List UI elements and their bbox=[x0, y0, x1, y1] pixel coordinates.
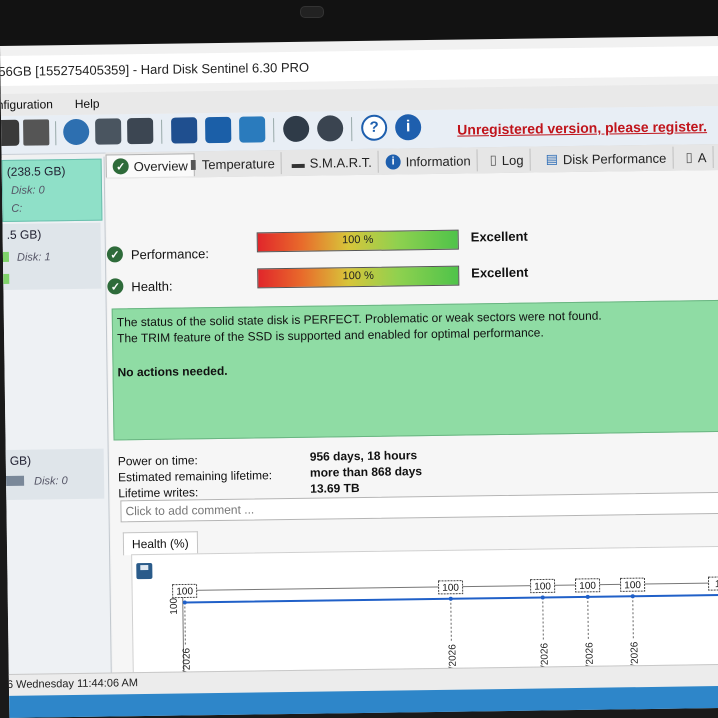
performance-row: ✓ Performance: bbox=[106, 245, 210, 263]
disk-partition: C: bbox=[11, 202, 23, 215]
chart-icon: ▤ bbox=[545, 151, 559, 167]
tab-label: S.M.A.R.T. bbox=[309, 154, 372, 171]
disk-size: (238.5 GB) bbox=[6, 164, 66, 179]
tab-disk-performance[interactable]: ▤ Disk Performance bbox=[545, 146, 674, 171]
tab-label: Information bbox=[405, 152, 471, 169]
health-row: ✓ Health: bbox=[107, 278, 173, 295]
health-rating: Excellent bbox=[471, 264, 529, 281]
settings-icon[interactable] bbox=[317, 115, 344, 142]
lifetime-writes-label: Lifetime writes: bbox=[118, 485, 199, 501]
check-icon: ✓ bbox=[106, 246, 124, 263]
disk-size: .5 GB) bbox=[6, 227, 42, 242]
disk-icon[interactable] bbox=[0, 119, 20, 147]
info-icon: i bbox=[385, 153, 401, 170]
data-point bbox=[540, 595, 545, 600]
send-report-icon[interactable] bbox=[239, 116, 266, 143]
health-percent: 100 % bbox=[342, 269, 374, 283]
power-on-value: 956 days, 18 hours bbox=[309, 448, 418, 464]
status-line: No actions needed. bbox=[117, 363, 228, 380]
disk-size: GB) bbox=[9, 453, 32, 468]
tab-temperature[interactable]: ▮ Temperature bbox=[189, 152, 282, 176]
info-icon[interactable]: i bbox=[394, 114, 422, 141]
date-guide-line bbox=[632, 596, 634, 639]
backup-icon[interactable] bbox=[127, 117, 154, 145]
remaining-life-value: more than 868 days bbox=[309, 464, 423, 480]
thermometer-icon: ▮ bbox=[189, 156, 197, 172]
data-label: 100 bbox=[534, 581, 551, 592]
tab-label: Log bbox=[501, 152, 524, 168]
date-guide-line bbox=[542, 597, 544, 640]
tab-smart[interactable]: ▬ S.M.A.R.T. bbox=[291, 150, 379, 174]
tab-alerts[interactable]: ▯ A bbox=[685, 146, 714, 169]
tab-overview[interactable]: ✓ Overview bbox=[105, 153, 196, 178]
data-label: 100 bbox=[624, 580, 641, 591]
gear-icon[interactable] bbox=[283, 115, 310, 143]
data-point bbox=[182, 600, 187, 605]
disk-entry-2[interactable]: GB) Disk: 0 bbox=[5, 448, 105, 500]
data-label: 100 bbox=[442, 583, 459, 594]
report-icon[interactable] bbox=[171, 117, 198, 144]
remaining-life-label: Estimated remaining lifetime: bbox=[117, 468, 273, 485]
date-guide-line bbox=[450, 598, 452, 641]
lifetime-writes-value: 13.69 TB bbox=[310, 481, 360, 496]
cube-icon[interactable] bbox=[95, 118, 122, 145]
performance-rating: Excellent bbox=[470, 228, 528, 245]
comment-placeholder: Click to add comment ... bbox=[125, 502, 255, 519]
check-icon: ✓ bbox=[107, 278, 124, 295]
app-window: 56GB [155275405359] - Hard Disk Sentinel… bbox=[0, 35, 718, 718]
data-label: 100 bbox=[579, 581, 596, 592]
globe-icon[interactable] bbox=[63, 118, 90, 146]
y-tick-label: 100 bbox=[169, 597, 180, 614]
log-icon: ▯ bbox=[489, 152, 497, 168]
window-title: 56GB [155275405359] - Hard Disk Sentinel… bbox=[0, 59, 310, 80]
webcam bbox=[300, 6, 324, 18]
tab-log[interactable]: ▯ Log bbox=[489, 148, 531, 172]
health-bar: 100 % bbox=[257, 265, 460, 289]
unregistered-link[interactable]: Unregistered version, please register. bbox=[457, 118, 707, 137]
doc-icon: ▯ bbox=[685, 149, 693, 165]
status-datetime: 6 Wednesday 11:44:06 AM bbox=[6, 677, 139, 691]
mail-icon[interactable] bbox=[205, 116, 232, 144]
performance-label: Performance: bbox=[130, 245, 210, 262]
health-indicator bbox=[2, 251, 10, 262]
date-guide-line bbox=[184, 602, 186, 645]
disk-number: Disk: 0 bbox=[10, 184, 45, 197]
comment-field[interactable]: Click to add comment ... bbox=[120, 491, 718, 523]
power-on-label: Power on time: bbox=[117, 453, 198, 469]
data-point bbox=[585, 594, 590, 599]
data-point bbox=[630, 594, 635, 599]
title-bar: 56GB [155275405359] - Hard Disk Sentinel… bbox=[0, 45, 718, 86]
tab-label: A bbox=[697, 149, 707, 165]
menu-help[interactable]: Help bbox=[75, 97, 100, 111]
disk-entry-1[interactable]: .5 GB) Disk: 1 bbox=[2, 222, 102, 290]
tab-label: Temperature bbox=[201, 155, 275, 172]
disk-entry-0[interactable]: (238.5 GB) Disk: 0 C: bbox=[1, 158, 103, 222]
performance-bar: 100 % bbox=[256, 229, 459, 253]
health-indicator bbox=[6, 475, 25, 486]
tab-health-chart[interactable]: Health (%) bbox=[122, 531, 198, 556]
overview-panel: ✓ Performance: 100 % Excellent ✓ Health:… bbox=[105, 169, 718, 699]
disk-number: Disk: 1 bbox=[16, 251, 51, 264]
drive-icon[interactable] bbox=[23, 119, 50, 146]
disk-list: (238.5 GB) Disk: 0 C: .5 GB) Disk: 1 GB)… bbox=[1, 156, 113, 698]
check-icon: ✓ bbox=[112, 158, 129, 175]
menu-configuration[interactable]: nfiguration bbox=[0, 97, 53, 112]
tab-information[interactable]: i Information bbox=[385, 149, 478, 173]
data-label: 100 bbox=[176, 586, 193, 597]
health-label: Health: bbox=[131, 278, 173, 294]
dash-icon: ▬ bbox=[291, 155, 305, 171]
help-icon[interactable]: ? bbox=[360, 114, 388, 141]
tab-label: Disk Performance bbox=[562, 150, 667, 167]
health-indicator bbox=[3, 273, 10, 284]
date-guide-line bbox=[587, 596, 589, 639]
data-point bbox=[448, 596, 453, 601]
performance-percent: 100 % bbox=[342, 233, 374, 247]
status-message-box: The status of the solid state disk is PE… bbox=[111, 299, 718, 441]
disk-number: Disk: 0 bbox=[34, 475, 68, 488]
tab-label: Overview bbox=[133, 157, 188, 174]
